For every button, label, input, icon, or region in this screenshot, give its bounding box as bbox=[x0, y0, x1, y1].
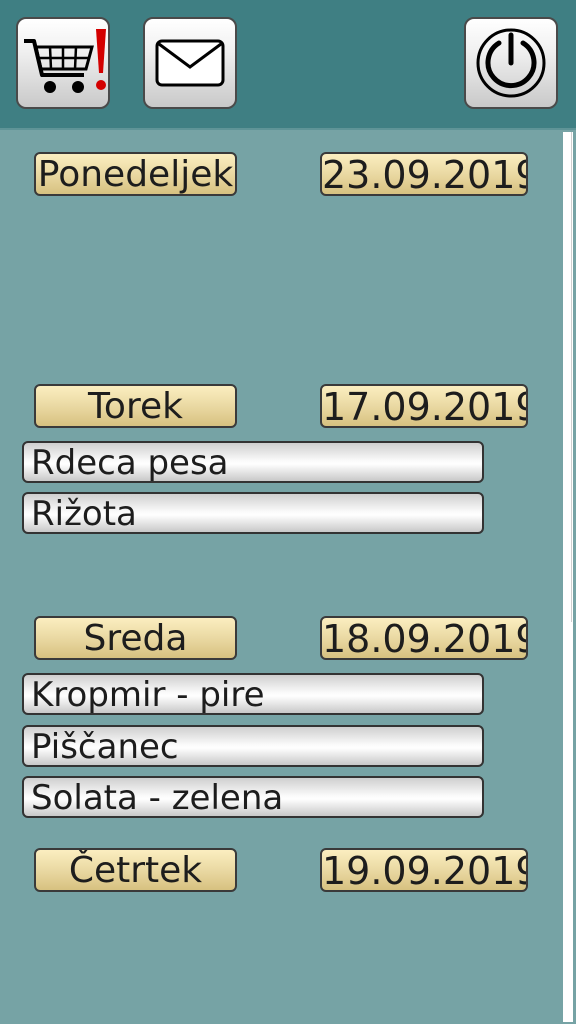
envelope-icon bbox=[155, 39, 225, 87]
meal-item[interactable]: Rižota bbox=[22, 492, 484, 534]
menu-list[interactable]: Ponedeljek 23.09.2019 Torek 17.09.2019 R… bbox=[0, 128, 576, 1024]
day-label[interactable]: Ponedeljek bbox=[34, 152, 237, 196]
day-label[interactable]: Torek bbox=[34, 384, 237, 428]
scrollbar[interactable] bbox=[563, 132, 573, 1022]
date-label[interactable]: 19.09.2019 bbox=[320, 848, 528, 892]
date-label[interactable]: 17.09.2019 bbox=[320, 384, 528, 428]
scrollbar-thumb[interactable] bbox=[565, 132, 572, 622]
power-icon bbox=[476, 28, 546, 98]
cart-alert-icon bbox=[24, 29, 106, 93]
top-toolbar bbox=[0, 0, 576, 128]
meal-item[interactable]: Piščanec bbox=[22, 725, 484, 767]
date-label[interactable]: 18.09.2019 bbox=[320, 616, 528, 660]
day-label[interactable]: Četrtek bbox=[34, 848, 237, 892]
meal-item[interactable]: Kropmir - pire bbox=[22, 673, 484, 715]
day-label[interactable]: Sreda bbox=[34, 616, 237, 660]
cart-button[interactable] bbox=[16, 17, 110, 109]
meal-item[interactable]: Solata - zelena bbox=[22, 776, 484, 818]
date-label[interactable]: 23.09.2019 bbox=[320, 152, 528, 196]
power-button[interactable] bbox=[464, 17, 558, 109]
meal-item[interactable]: Rdeca pesa bbox=[22, 441, 484, 483]
mail-button[interactable] bbox=[143, 17, 237, 109]
